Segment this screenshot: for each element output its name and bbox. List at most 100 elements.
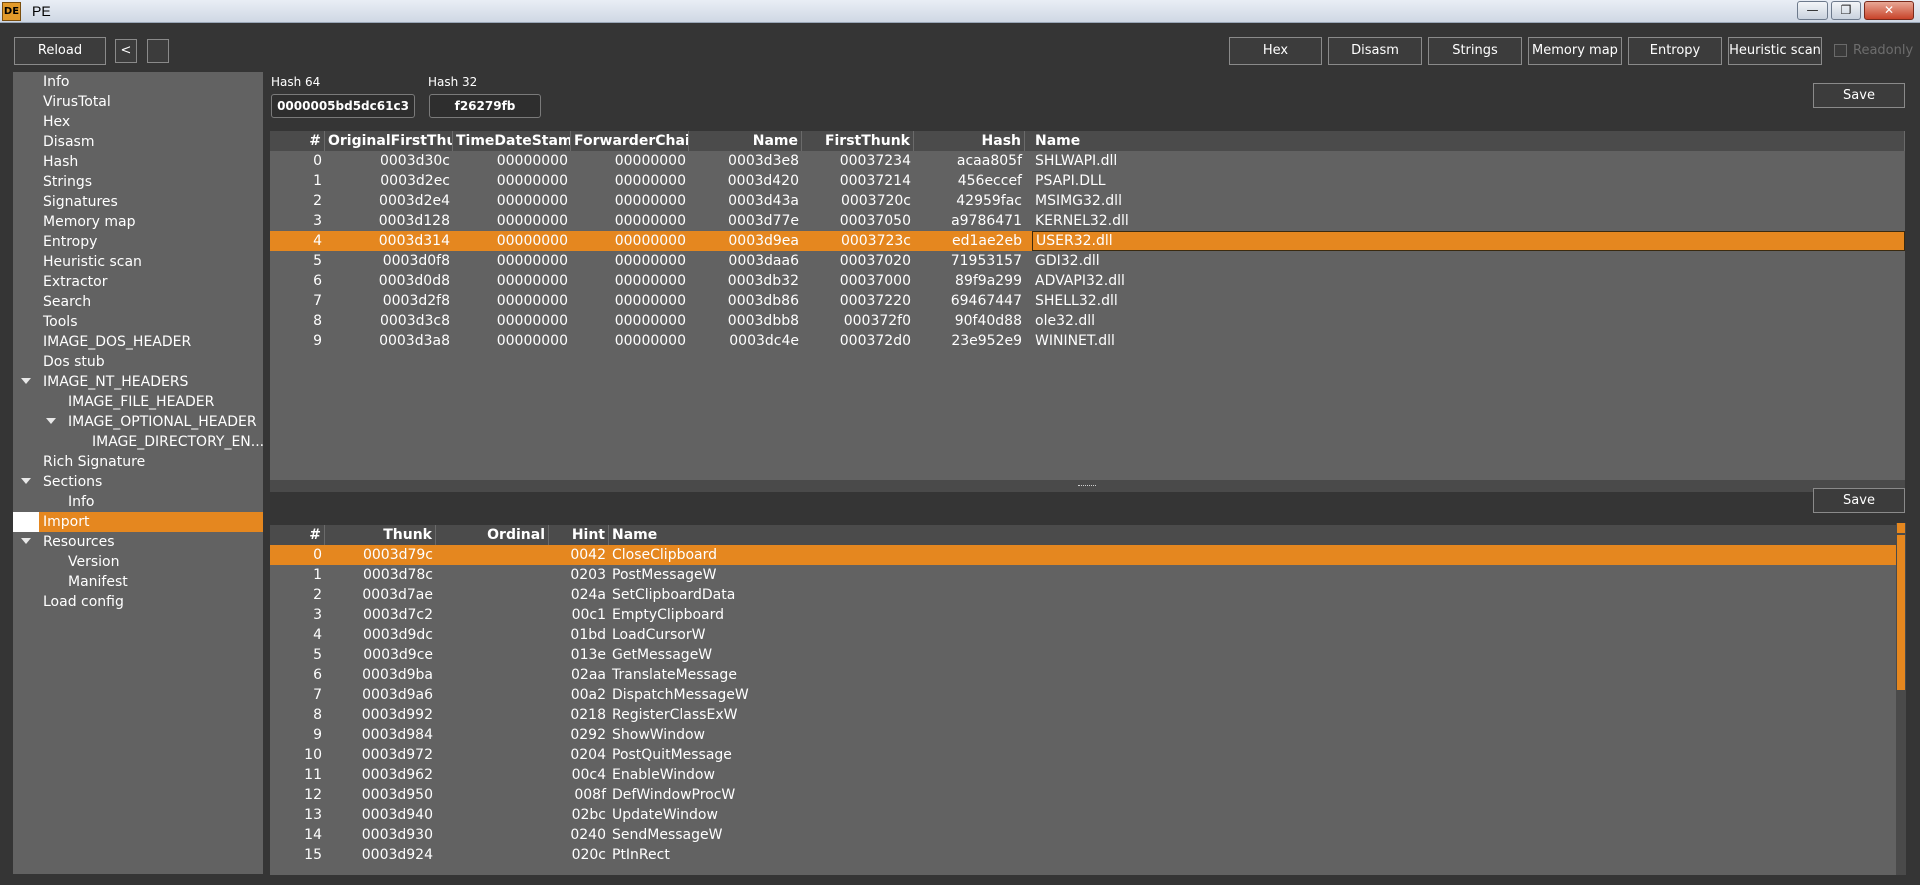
table-row[interactable]: 13 0003d940 02bc UpdateWindow	[270, 805, 1900, 825]
table-cell[interactable]: 02bc	[549, 805, 609, 825]
table-cell[interactable]: 0218	[549, 705, 609, 725]
expand-arrow-icon[interactable]	[46, 418, 56, 424]
table-cell[interactable]	[436, 825, 549, 845]
table-cell[interactable]: 456eccef	[914, 171, 1025, 191]
table-row[interactable]: 5 0003d0f8 00000000 00000000 0003daa6 0003702…	[270, 251, 1905, 271]
table-row[interactable]: 1 0003d2ec 00000000 00000000 0003d420 0003721…	[270, 171, 1905, 191]
imports-table[interactable]: #OriginalFirstThunkTimeDateStampForwarde…	[270, 131, 1905, 480]
sidebar-item-entropy[interactable]: Entropy	[13, 232, 263, 252]
table-cell[interactable]: 00000000	[571, 311, 689, 331]
table-cell[interactable]: DispatchMessageW	[609, 685, 1900, 705]
table-cell[interactable]: 00000000	[571, 231, 689, 251]
restore-button[interactable]: ❐	[1831, 1, 1861, 20]
sidebar-item-image-optional-header[interactable]: IMAGE_OPTIONAL_HEADER	[13, 412, 263, 432]
table-cell[interactable]: PostQuitMessage	[609, 745, 1900, 765]
table-cell[interactable]	[436, 685, 549, 705]
table-cell[interactable]: CloseClipboard	[609, 545, 1900, 565]
table-cell[interactable]: 0003dc4e	[689, 331, 802, 351]
table-cell[interactable]: 69467447	[914, 291, 1025, 311]
table-cell[interactable]	[436, 725, 549, 745]
table-cell[interactable]: 0042	[549, 545, 609, 565]
table-row[interactable]: 0 0003d79c 0042 CloseClipboard	[270, 545, 1900, 565]
table-cell[interactable]: 008f	[549, 785, 609, 805]
table-cell[interactable]: 00000000	[571, 151, 689, 171]
column-header[interactable]: OriginalFirstThunk	[325, 131, 453, 151]
table-cell[interactable]: 6	[270, 665, 325, 685]
table-cell[interactable]: 0003d9a6	[325, 685, 436, 705]
table-cell[interactable]: 00000000	[453, 331, 571, 351]
table-cell[interactable]: ed1ae2eb	[914, 231, 1025, 251]
sidebar-item-manifest[interactable]: Manifest	[13, 572, 263, 592]
table-cell[interactable]: 02aa	[549, 665, 609, 685]
sidebar-item-virustotal[interactable]: VirusTotal	[13, 92, 263, 112]
expand-arrow-icon[interactable]	[21, 378, 31, 384]
table-cell[interactable]: 5	[270, 645, 325, 665]
table-cell[interactable]: 0003723c	[802, 231, 914, 251]
reload-button[interactable]: Reload	[14, 37, 106, 65]
sidebar-item-tools[interactable]: Tools	[13, 312, 263, 332]
memory-map-button[interactable]: Memory map	[1528, 37, 1622, 65]
table-cell[interactable]: 00000000	[453, 231, 571, 251]
table-cell[interactable]: 0003d3c8	[325, 311, 453, 331]
table-cell[interactable]: 0003d950	[325, 785, 436, 805]
table-cell[interactable]: 0003d30c	[325, 151, 453, 171]
table-cell[interactable]: 0003d128	[325, 211, 453, 231]
table-row[interactable]: 2 0003d7ae 024a SetClipboardData	[270, 585, 1900, 605]
panel-splitter[interactable]	[270, 480, 1905, 492]
table-cell[interactable]	[436, 625, 549, 645]
table-cell[interactable]: 0003720c	[802, 191, 914, 211]
readonly-checkbox[interactable]	[1834, 44, 1847, 57]
column-header[interactable]: FirstThunk	[802, 131, 914, 151]
table-row[interactable]: 14 0003d930 0240 SendMessageW	[270, 825, 1900, 845]
table-cell[interactable]: 8	[270, 705, 325, 725]
table-cell[interactable]: 0003d0f8	[325, 251, 453, 271]
table-cell[interactable]: DefWindowProcW	[609, 785, 1900, 805]
table-cell[interactable]: SHLWAPI.dll	[1032, 151, 1905, 171]
strings-button[interactable]: Strings	[1428, 37, 1522, 65]
table-cell[interactable]: UpdateWindow	[609, 805, 1900, 825]
table-cell[interactable]: 00000000	[571, 271, 689, 291]
minimize-button[interactable]: —	[1797, 1, 1828, 20]
table-cell[interactable]: 0003d78c	[325, 565, 436, 585]
table-cell[interactable]: 0003d420	[689, 171, 802, 191]
table-cell[interactable]: 2	[270, 585, 325, 605]
sidebar-item-hash[interactable]: Hash	[13, 152, 263, 172]
table-cell[interactable]: 7	[270, 291, 325, 311]
column-header[interactable]: Ordinal	[436, 525, 549, 545]
table-cell[interactable]: 6	[270, 271, 325, 291]
table-cell[interactable]: 7	[270, 685, 325, 705]
sidebar-item-import[interactable]: Import	[13, 512, 263, 532]
table-cell[interactable]: 0003db86	[689, 291, 802, 311]
table-cell[interactable]: 9	[270, 331, 325, 351]
table-row[interactable]: 15 0003d924 020c PtInRect	[270, 845, 1900, 865]
table-cell[interactable]: GDI32.dll	[1032, 251, 1905, 271]
table-row[interactable]: 2 0003d2e4 00000000 00000000 0003d43a 0003720…	[270, 191, 1905, 211]
table-cell[interactable]: 0003d43a	[689, 191, 802, 211]
table-cell[interactable]: MSIMG32.dll	[1032, 191, 1905, 211]
table-cell[interactable]: 0003d314	[325, 231, 453, 251]
column-header[interactable]: ForwarderChain	[571, 131, 689, 151]
table-cell[interactable]: 01bd	[549, 625, 609, 645]
table-row[interactable]: 7 0003d9a6 00a2 DispatchMessageW	[270, 685, 1900, 705]
table-cell[interactable]: 00c4	[549, 765, 609, 785]
table-cell[interactable]: GetMessageW	[609, 645, 1900, 665]
table-cell[interactable]: 0003d2f8	[325, 291, 453, 311]
table-cell[interactable]	[436, 545, 549, 565]
table-cell[interactable]: 00000000	[453, 171, 571, 191]
table-cell[interactable]: PtInRect	[609, 845, 1900, 865]
table-cell[interactable]: 42959fac	[914, 191, 1025, 211]
table-cell[interactable]: 00000000	[453, 291, 571, 311]
table-cell[interactable]: 12	[270, 785, 325, 805]
table-cell[interactable]: 0003d972	[325, 745, 436, 765]
table-cell[interactable]: 89f9a299	[914, 271, 1025, 291]
splitter-grip[interactable]	[1078, 485, 1096, 487]
column-header[interactable]: Hash	[914, 131, 1025, 151]
table-cell[interactable]: 0003d940	[325, 805, 436, 825]
table-cell[interactable]: SendMessageW	[609, 825, 1900, 845]
table-row[interactable]: 3 0003d128 00000000 00000000 0003d77e 0003705…	[270, 211, 1905, 231]
table-row[interactable]: 6 0003d9ba 02aa TranslateMessage	[270, 665, 1900, 685]
table-cell[interactable]	[436, 705, 549, 725]
column-header[interactable]: Name	[609, 525, 1900, 545]
table-cell[interactable]: 024a	[549, 585, 609, 605]
table-cell[interactable]: TranslateMessage	[609, 665, 1900, 685]
